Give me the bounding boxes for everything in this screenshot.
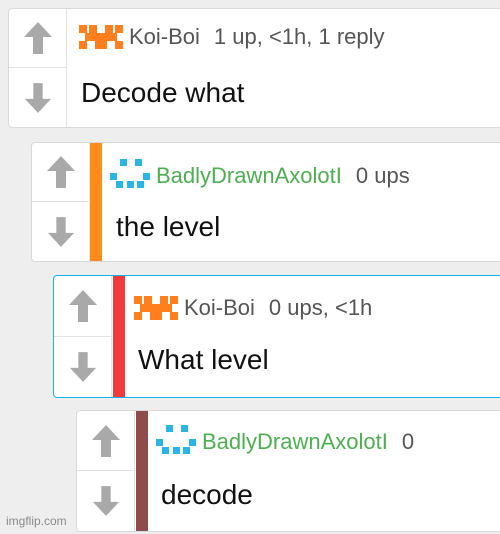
comment: Koi-Boi 1 up, <1h, 1 reply Decode what: [8, 8, 500, 128]
comment: Koi-Boi 0 ups, <1h What level: [53, 275, 500, 398]
up-arrow-icon: [47, 156, 75, 188]
comment-header: Koi-Boi 1 up, <1h, 1 reply: [79, 23, 385, 51]
blue-pixel-avatar-icon: [156, 425, 196, 454]
downvote-button[interactable]: [54, 337, 112, 398]
up-arrow-icon: [69, 289, 97, 322]
username-link[interactable]: BadlyDrawnAxolotI: [202, 429, 388, 455]
thread-color-bar: [90, 143, 102, 261]
upvote-button[interactable]: [77, 411, 135, 471]
comment-text: decode: [161, 479, 253, 510]
blue-pixel-avatar-icon: [110, 159, 150, 188]
username-link[interactable]: Koi-Boi: [184, 295, 255, 321]
username-link[interactable]: Koi-Boi: [129, 24, 200, 50]
comment: BadlyDrawnAxolotI 0 ups the level: [31, 142, 500, 262]
thread-color-bar: [113, 276, 125, 397]
comment-header: Koi-Boi 0 ups, <1h: [134, 294, 372, 322]
vote-column: [54, 276, 112, 397]
comment-meta: 1 up, <1h, 1 reply: [213, 24, 385, 49]
comment-header: BadlyDrawnAxolotI 0 ups: [110, 159, 410, 193]
down-arrow-icon: [47, 216, 75, 247]
comment-text: Decode what: [81, 77, 245, 108]
vote-column: [9, 9, 67, 127]
comment-text: the level: [116, 211, 221, 242]
comment-meta: 0 ups: [355, 163, 410, 188]
downvote-button[interactable]: [9, 68, 67, 127]
orange-pixel-avatar-icon: [79, 25, 123, 49]
up-arrow-icon: [92, 424, 120, 457]
username-link[interactable]: BadlyDrawnAxolotI: [156, 163, 342, 189]
up-arrow-icon: [24, 22, 52, 54]
upvote-button[interactable]: [54, 276, 112, 337]
downvote-button[interactable]: [32, 202, 90, 261]
comment-meta: 0 ups, <1h: [268, 295, 373, 320]
down-arrow-icon: [92, 486, 120, 516]
upvote-button[interactable]: [32, 143, 90, 202]
upvote-button[interactable]: [9, 9, 67, 68]
thread-color-bar: [136, 411, 148, 531]
orange-pixel-avatar-icon: [134, 296, 178, 320]
comment: BadlyDrawnAxolotI 0 decode: [76, 410, 500, 532]
comment-text: What level: [138, 344, 269, 375]
vote-column: [32, 143, 90, 261]
downvote-button[interactable]: [77, 471, 135, 531]
down-arrow-icon: [24, 82, 52, 113]
watermark: imgflip.com: [6, 514, 67, 528]
vote-column: [77, 411, 135, 531]
comment-header: BadlyDrawnAxolotI 0: [156, 425, 414, 459]
comment-meta: 0: [401, 429, 415, 454]
down-arrow-icon: [69, 351, 97, 382]
